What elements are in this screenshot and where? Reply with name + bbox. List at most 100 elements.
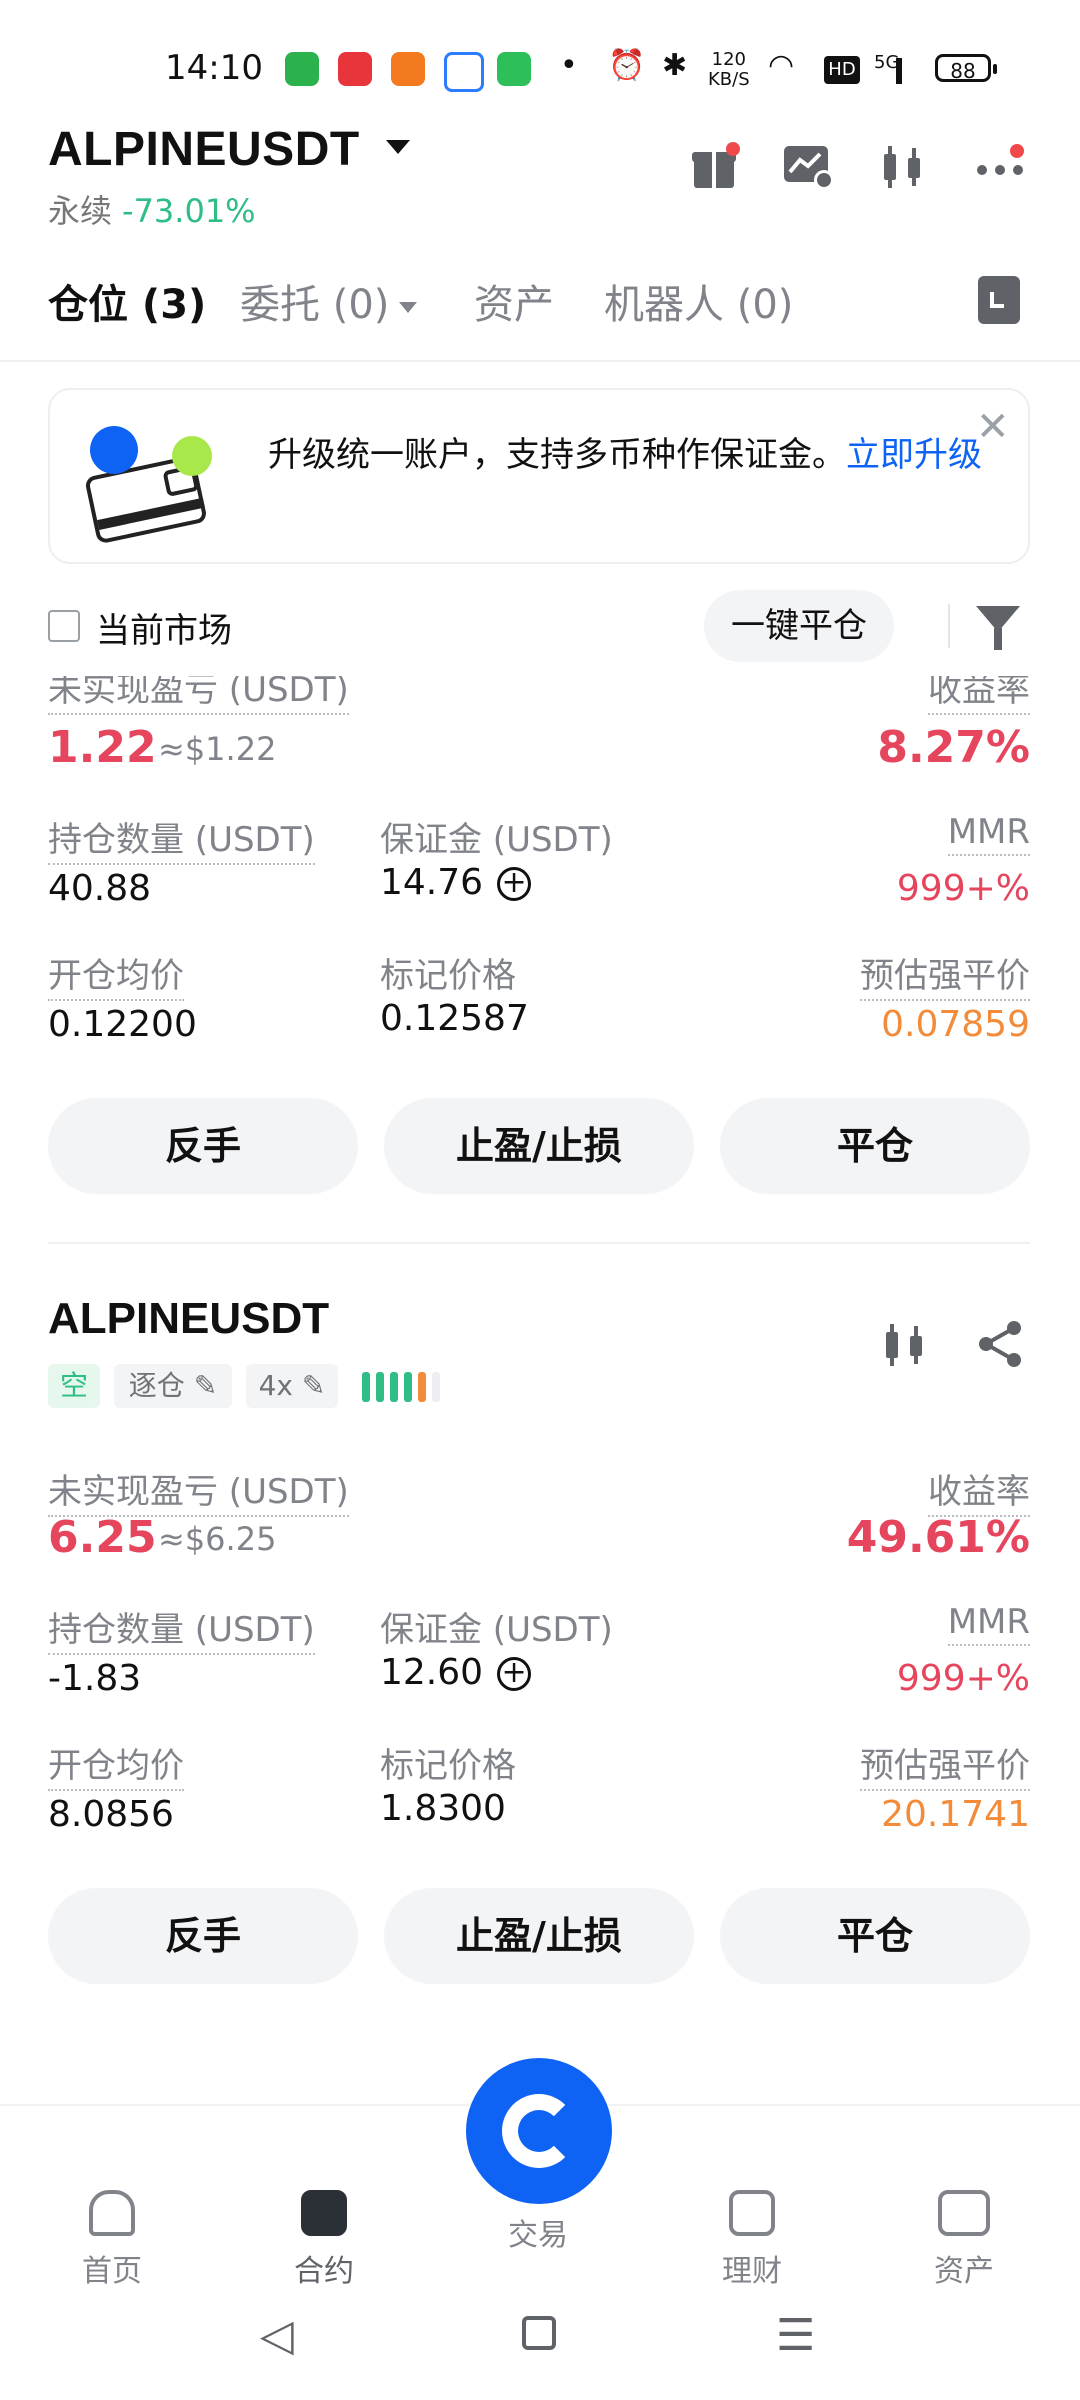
reverse-button[interactable]: 反手 bbox=[48, 1098, 358, 1194]
symbol-title[interactable]: ALPINEUSDT bbox=[48, 122, 360, 177]
side-tag: 空 bbox=[48, 1364, 100, 1408]
risk-bar-3 bbox=[390, 1372, 398, 1402]
nav-earn[interactable]: 理财 bbox=[692, 2190, 812, 2290]
tpsl-button[interactable]: 止盈/止损 bbox=[384, 1888, 694, 1984]
home-square-icon[interactable] bbox=[522, 2316, 556, 2350]
status-time: 14:10 bbox=[165, 48, 263, 88]
roe-value: 49.61% bbox=[846, 1512, 1030, 1563]
mmr-label[interactable]: MMR bbox=[947, 1602, 1030, 1646]
mark-price-value: 1.8300 bbox=[380, 1788, 506, 1829]
mmr-value: 999+% bbox=[896, 868, 1030, 909]
entry-price-label[interactable]: 开仓均价 bbox=[48, 948, 184, 1001]
filter-divider bbox=[948, 604, 950, 648]
bluetooth-icon: ✱ bbox=[662, 48, 688, 83]
entry-price-label[interactable]: 开仓均价 bbox=[48, 1738, 184, 1791]
battery-icon: 88 bbox=[935, 54, 997, 83]
app-s-icon bbox=[391, 52, 425, 86]
pnl-usd: ≈$6.25 bbox=[158, 1520, 277, 1558]
nav-earn-label: 理财 bbox=[722, 2254, 782, 2289]
add-margin-icon[interactable]: + bbox=[497, 1657, 532, 1691]
candlestick-icon[interactable] bbox=[874, 1318, 934, 1378]
network-speed: 120 KB/S bbox=[708, 49, 750, 90]
leverage-tag[interactable]: 4x ✎ bbox=[246, 1364, 338, 1408]
current-market-label[interactable]: 当前市场 bbox=[96, 603, 232, 652]
price-change: -73.01% bbox=[122, 192, 256, 230]
home-icon bbox=[89, 2190, 135, 2236]
menu-icon[interactable]: ☰ bbox=[776, 2310, 815, 2361]
nav-assets-label: 资产 bbox=[934, 2254, 994, 2289]
risk-bar-4 bbox=[404, 1372, 412, 1402]
history-doc-icon[interactable] bbox=[978, 276, 1020, 324]
margin-mode-label: 逐仓 bbox=[128, 1369, 185, 1402]
trade-button[interactable] bbox=[466, 2058, 612, 2204]
reverse-button[interactable]: 反手 bbox=[48, 1888, 358, 1984]
mmr-label[interactable]: MMR bbox=[947, 812, 1030, 856]
back-icon[interactable]: ◁ bbox=[260, 2310, 294, 2361]
message-app-icon bbox=[497, 52, 531, 86]
entry-price-value: 0.12200 bbox=[48, 1004, 197, 1045]
wechat-icon bbox=[285, 52, 319, 86]
hd-badge: HD bbox=[824, 56, 860, 84]
wifi-icon: ◠ bbox=[768, 48, 795, 83]
tab-orders[interactable]: 委托 (0) bbox=[240, 272, 418, 330]
margin-label: 保证金 (USDT) bbox=[380, 1610, 613, 1650]
symbol-dropdown-icon[interactable] bbox=[386, 140, 410, 154]
margin-value: 12.60 bbox=[380, 1652, 484, 1693]
close-position-button[interactable]: 平仓 bbox=[720, 1888, 1030, 1984]
pnl-value: 1.22 bbox=[48, 722, 157, 773]
margin-mode-tag[interactable]: 逐仓 ✎ bbox=[114, 1364, 232, 1408]
tpsl-button[interactable]: 止盈/止损 bbox=[384, 1098, 694, 1194]
netease-icon bbox=[338, 52, 372, 86]
risk-bar-1 bbox=[362, 1372, 370, 1402]
share-icon[interactable] bbox=[970, 1318, 1030, 1378]
position-size-label[interactable]: 持仓数量 (USDT) bbox=[48, 1602, 315, 1655]
tab-assets[interactable]: 资产 bbox=[474, 272, 554, 330]
banner-message: 升级统一账户，支持多币种作保证金。 bbox=[268, 435, 846, 475]
position-size-value: -1.83 bbox=[48, 1658, 142, 1699]
current-market-checkbox[interactable] bbox=[48, 610, 80, 642]
close-icon[interactable]: ✕ bbox=[976, 404, 1010, 450]
liq-price-label[interactable]: 预估强平价 bbox=[860, 948, 1030, 1001]
tab-positions[interactable]: 仓位 (3) bbox=[48, 272, 206, 330]
close-all-button[interactable]: 一键平仓 bbox=[704, 590, 894, 662]
nav-trade-label[interactable]: 交易 bbox=[478, 2210, 598, 2254]
leverage-label: 4x bbox=[258, 1369, 293, 1402]
scroll-edge bbox=[0, 674, 1080, 676]
position-symbol[interactable]: ALPINEUSDT bbox=[48, 1294, 329, 1344]
liq-price-label[interactable]: 预估强平价 bbox=[860, 1738, 1030, 1791]
unrealized-pnl-label[interactable]: 未实现盈亏 (USDT) bbox=[48, 1464, 349, 1517]
gift-notification-dot bbox=[726, 142, 740, 156]
nav-assets[interactable]: 资产 bbox=[904, 2190, 1024, 2290]
roe-label[interactable]: 收益率 bbox=[928, 1464, 1030, 1517]
upgrade-link[interactable]: 立即升级 bbox=[846, 435, 982, 475]
add-margin-icon[interactable]: + bbox=[497, 867, 532, 901]
mark-price-label: 标记价格 bbox=[380, 1746, 516, 1786]
margin-value-row: 12.60 + bbox=[380, 1652, 532, 1693]
liq-price-value: 0.07859 bbox=[881, 1004, 1030, 1045]
close-position-button[interactable]: 平仓 bbox=[720, 1098, 1030, 1194]
liq-price-value: 20.1741 bbox=[881, 1794, 1030, 1835]
mmr-value: 999+% bbox=[896, 1658, 1030, 1699]
futures-icon bbox=[301, 2190, 347, 2236]
position-size-label[interactable]: 持仓数量 (USDT) bbox=[48, 812, 315, 865]
risk-bar-5 bbox=[418, 1372, 426, 1402]
contract-type: 永续 bbox=[48, 192, 113, 230]
contract-subtitle: 永续 -73.01% bbox=[48, 186, 256, 232]
entry-price-value: 8.0856 bbox=[48, 1794, 174, 1835]
margin-value-row: 14.76 + bbox=[380, 862, 532, 903]
candlestick-icon[interactable] bbox=[872, 140, 932, 200]
edit-icon: ✎ bbox=[301, 1369, 326, 1402]
wallet-icon bbox=[938, 2190, 990, 2236]
nav-futures-label: 合约 bbox=[294, 2254, 354, 2289]
chart-alert-icon[interactable] bbox=[778, 140, 838, 200]
nav-futures[interactable]: 合约 bbox=[264, 2190, 384, 2290]
roe-label[interactable]: 收益率 bbox=[928, 676, 1030, 715]
tabs-divider bbox=[0, 360, 1080, 362]
more-notification-dot bbox=[1010, 144, 1024, 158]
tab-orders-label: 委托 (0) bbox=[240, 282, 390, 328]
tab-bots[interactable]: 机器人 (0) bbox=[604, 272, 793, 330]
unrealized-pnl-label[interactable]: 未实现盈亏 (USDT) bbox=[48, 676, 349, 715]
upgrade-banner[interactable]: 升级统一账户，支持多币种作保证金。立即升级 ✕ bbox=[48, 388, 1030, 564]
orders-dropdown-icon bbox=[399, 301, 418, 313]
nav-home[interactable]: 首页 bbox=[52, 2190, 172, 2290]
